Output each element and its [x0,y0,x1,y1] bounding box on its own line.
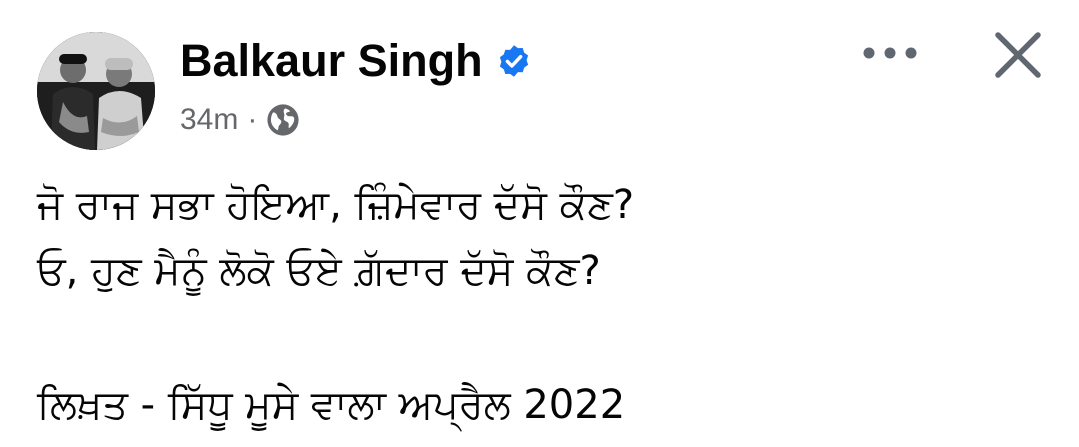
more-options-button[interactable] [860,30,920,76]
globe-icon[interactable] [266,103,300,137]
post-text-blank-line [37,304,1047,372]
close-button[interactable] [990,27,1046,83]
verified-badge-icon [499,45,529,77]
post-card: Balkaur Singh 34m · ਜੋ ਰਾਜ ਸਭਾ ਹੋਇਆ, ਜ਼ਿ… [0,0,1079,447]
post-text-line: ਓ, ਹੁਣ ਮੈਨੂੰ ਲੋਕੋ ਓਏ ਗ਼ੱਦਾਰ ਦੱਸੋ ਕੌਣ? [37,248,601,294]
post-text-line: ਜੋ ਰਾਜ ਸਭਾ ਹੋਇਆ, ਜ਼ਿੰਮੇਵਾਰ ਦੱਸੋ ਕੌਣ? [37,182,635,228]
author-name[interactable]: Balkaur Singh [180,34,483,88]
avatar-photo [37,32,155,150]
post-meta: 34m · [180,100,300,140]
post-body: ਜੋ ਰਾਜ ਸਭਾ ਹੋਇਆ, ਜ਼ਿੰਮੇਵਾਰ ਦੱਸੋ ਕੌਣ? ਓ, … [37,172,1047,438]
post-timestamp[interactable]: 34m [180,103,238,137]
meta-separator: · [247,103,258,136]
more-options-icon [863,47,917,59]
post-text-line: ਲਿਖ਼ਤ - ਸਿੱਧੂ ਮੂਸੇ ਵਾਲਾ ਅਪ੍ਰੈਲ 2022 [37,382,626,428]
close-icon [995,32,1041,78]
author-avatar[interactable] [37,32,155,150]
